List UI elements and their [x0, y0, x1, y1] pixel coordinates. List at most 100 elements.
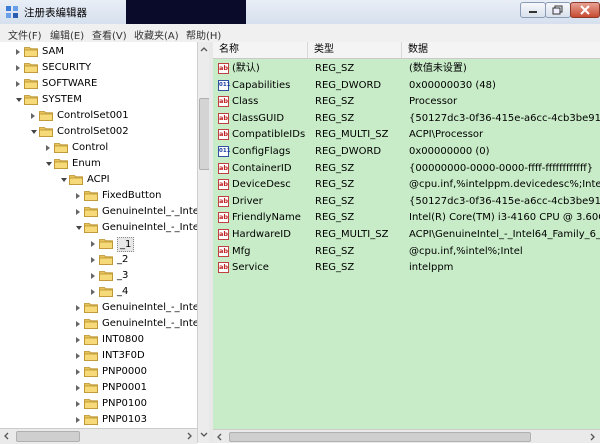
menu-view[interactable]: 查看(V)	[92, 27, 127, 42]
tree-node[interactable]: Control	[0, 140, 197, 156]
restore-icon	[552, 5, 563, 15]
value-row[interactable]: ab Driver REG_SZ {50127dc3-0f36-415e-a6cc-4…	[213, 193, 600, 210]
expand-closed-icon[interactable]	[16, 81, 20, 87]
tree-node[interactable]: PNP0000	[0, 364, 197, 380]
value-row[interactable]: 011 ConfigFlags REG_DWORD 0x00000000 (0)	[213, 143, 600, 160]
expand-open-icon[interactable]	[31, 130, 37, 134]
tree-node[interactable]: _2	[0, 252, 197, 268]
minimize-button[interactable]	[520, 2, 546, 18]
folder-icon	[39, 110, 53, 121]
tree-node[interactable]: ControlSet001	[0, 108, 197, 124]
title-bar[interactable]: 注册表编辑器	[0, 0, 600, 25]
tree-node[interactable]: FixedButton	[0, 188, 197, 204]
tree-node-label: SAM	[42, 46, 65, 57]
value-row[interactable]: ab Mfg REG_SZ @cpu.inf,%intel%;Intel	[213, 243, 600, 260]
tree-node-label: _1	[117, 237, 135, 252]
scroll-left-icon[interactable]	[214, 431, 226, 443]
expand-open-icon[interactable]	[46, 162, 52, 166]
value-row[interactable]: ab (默认) REG_SZ (数值未设置)	[213, 60, 600, 77]
tree-node[interactable]: INT0800	[0, 332, 197, 348]
menu-favorites[interactable]: 收藏夹(A)	[134, 27, 179, 42]
folder-icon	[84, 302, 98, 313]
column-data-header[interactable]: 数据	[402, 42, 600, 58]
value-row[interactable]: ab Class REG_SZ Processor	[213, 93, 600, 110]
tree-node[interactable]: _3	[0, 268, 197, 284]
menu-help[interactable]: 帮助(H)	[186, 27, 221, 42]
expand-open-icon[interactable]	[76, 226, 82, 230]
tree-node[interactable]: PNP0103	[0, 412, 197, 428]
value-row[interactable]: ab HardwareID REG_MULTI_SZ ACPI\GenuineInte…	[213, 226, 600, 243]
list-horizontal-scrollbar[interactable]	[213, 429, 600, 443]
expand-closed-icon[interactable]	[16, 49, 20, 55]
tree-node[interactable]: SOFTWARE	[0, 76, 197, 92]
tree-node-label: PNP0103	[102, 414, 147, 425]
tree-node[interactable]: ACPI	[0, 172, 197, 188]
expand-closed-icon[interactable]	[76, 417, 80, 423]
maximize-button[interactable]	[545, 2, 571, 18]
expand-closed-icon[interactable]	[76, 305, 80, 311]
tree-node[interactable]: GenuineIntel_-_Intel(	[0, 220, 197, 236]
tree-node[interactable]: PNP0001	[0, 380, 197, 396]
close-button[interactable]	[570, 2, 600, 18]
value-list[interactable]: 名称 类型 数据 ab (默认) REG_SZ (数值未设置) 011 Capabilit…	[213, 42, 600, 443]
string-value-icon: ab	[218, 63, 229, 74]
scroll-right-icon[interactable]	[183, 430, 195, 442]
scroll-right-icon[interactable]	[586, 431, 598, 443]
menu-edit[interactable]: 编辑(E)	[50, 27, 84, 42]
tree-node[interactable]: Enum	[0, 156, 197, 172]
scroll-left-icon[interactable]	[1, 430, 13, 442]
value-type: REG_MULTI_SZ	[315, 129, 389, 141]
value-row[interactable]: ab ContainerID REG_SZ {00000000-0000-0000-f…	[213, 160, 600, 177]
expand-closed-icon[interactable]	[76, 193, 80, 199]
folder-icon	[84, 206, 98, 217]
expand-closed-icon[interactable]	[76, 337, 80, 343]
tree-node[interactable]: INT3F0D	[0, 348, 197, 364]
value-row[interactable]: ab FriendlyName REG_SZ Intel(R) Core(TM) i3…	[213, 209, 600, 226]
expand-closed-icon[interactable]	[76, 209, 80, 215]
tree-node[interactable]: ControlSet002	[0, 124, 197, 140]
list-hscroll-thumb[interactable]	[229, 432, 531, 442]
value-data: {50127dc3-0f36-415e-a6cc-4cb3be910b65}	[409, 112, 600, 124]
tree-node[interactable]: _4	[0, 284, 197, 300]
menu-bar: 文件(F) 编辑(E) 查看(V) 收藏夹(A) 帮助(H)	[0, 24, 600, 43]
tree-node[interactable]: GenuineIntel_-_Intel(	[0, 300, 197, 316]
expand-closed-icon[interactable]	[91, 273, 95, 279]
tree-node[interactable]: SAM	[0, 44, 197, 60]
value-row[interactable]: ab CompatibleIDs REG_MULTI_SZ ACPI\Processo…	[213, 126, 600, 143]
title-overlay	[126, 0, 246, 24]
value-row[interactable]: ab Service REG_SZ intelppm	[213, 259, 600, 276]
tree-node[interactable]: _1	[0, 236, 197, 252]
expand-closed-icon[interactable]	[76, 369, 80, 375]
value-row[interactable]: ab DeviceDesc REG_SZ @cpu.inf,%intelppm.dev…	[213, 176, 600, 193]
expand-closed-icon[interactable]	[91, 289, 95, 295]
expand-closed-icon[interactable]	[76, 353, 80, 359]
column-type-header[interactable]: 类型	[308, 42, 402, 58]
value-type: REG_DWORD	[315, 79, 382, 91]
value-row[interactable]: 011 Capabilities REG_DWORD 0x00000030 (48)	[213, 77, 600, 94]
tree-node-label: PNP0100	[102, 398, 147, 409]
expand-closed-icon[interactable]	[46, 145, 50, 151]
expand-open-icon[interactable]	[61, 178, 67, 182]
column-name-header[interactable]: 名称	[213, 42, 308, 58]
expand-closed-icon[interactable]	[76, 401, 80, 407]
expand-closed-icon[interactable]	[76, 385, 80, 391]
tree-hscroll-thumb[interactable]	[16, 431, 80, 442]
expand-closed-icon[interactable]	[91, 241, 95, 247]
expand-closed-icon[interactable]	[91, 257, 95, 263]
tree-horizontal-scrollbar[interactable]	[0, 428, 197, 444]
menu-file[interactable]: 文件(F)	[8, 27, 42, 42]
tree-node[interactable]: SYSTEM	[0, 92, 197, 108]
value-row[interactable]: ab ClassGUID REG_SZ {50127dc3-0f36-415e-a6c…	[213, 110, 600, 127]
expand-closed-icon[interactable]	[76, 321, 80, 327]
string-value-icon: ab	[218, 229, 229, 240]
tree-node[interactable]: GenuineIntel_-_Intel(	[0, 204, 197, 220]
folder-icon	[99, 238, 113, 249]
expand-closed-icon[interactable]	[31, 113, 35, 119]
tree-node[interactable]: PNP0100	[0, 396, 197, 412]
tree-node[interactable]: GenuineIntel_-_Intel(	[0, 316, 197, 332]
key-tree[interactable]: SAM SECURITY SOFTWARE SYSTEM ControlSet001 Co…	[0, 42, 197, 432]
expand-closed-icon[interactable]	[16, 65, 20, 71]
tree-node[interactable]: SECURITY	[0, 60, 197, 76]
binary-value-icon: 011	[218, 146, 230, 157]
expand-open-icon[interactable]	[16, 98, 22, 102]
